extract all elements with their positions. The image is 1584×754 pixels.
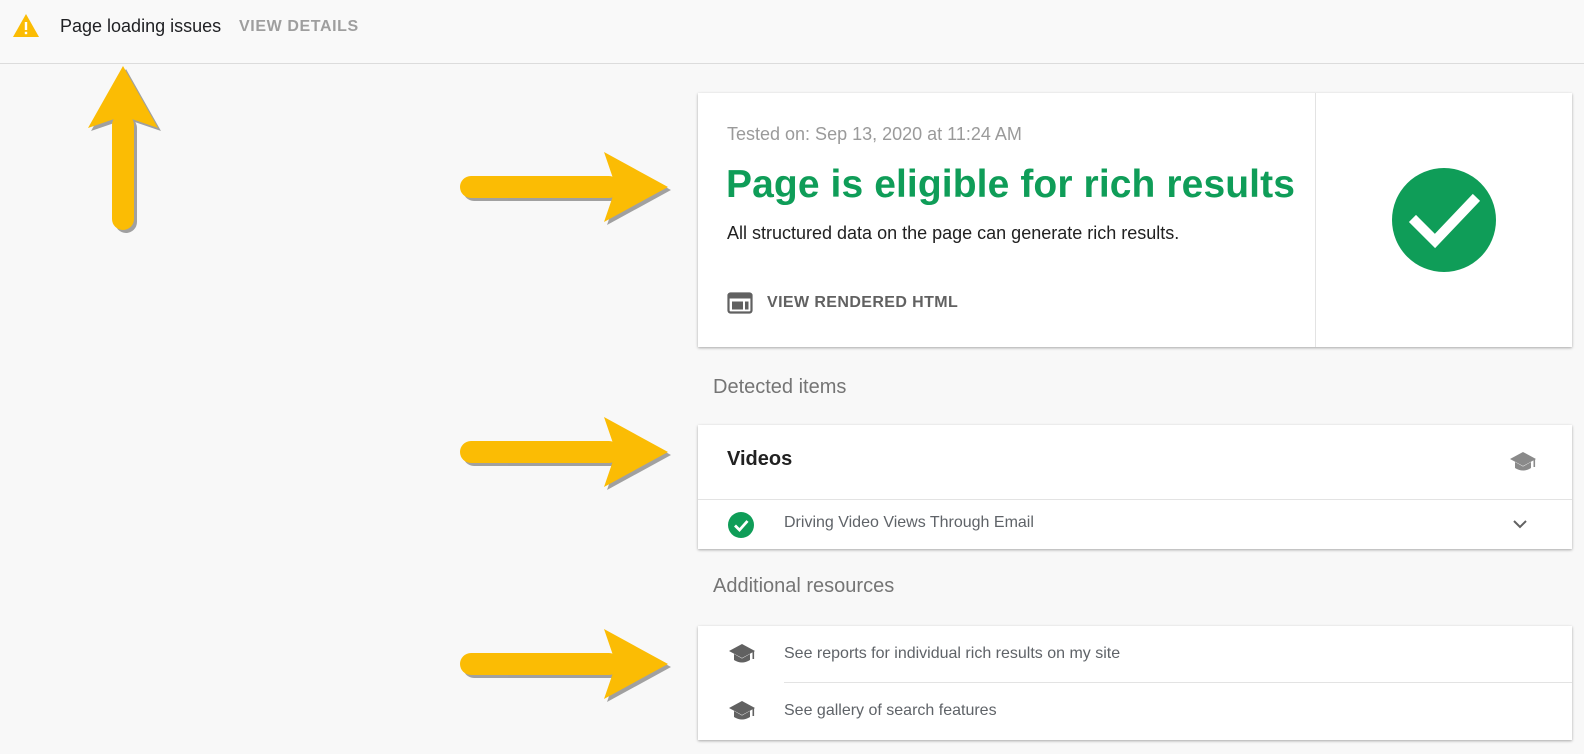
annotation-arrow-resources	[460, 629, 671, 702]
list-item[interactable]: Driving Video Views Through Email	[698, 500, 1572, 549]
detected-items-heading: Detected items	[713, 376, 847, 398]
check-circle-icon	[728, 512, 754, 538]
resource-link-label: See gallery of search features	[784, 702, 997, 719]
view-rendered-html-label: VIEW RENDERED HTML	[767, 294, 959, 311]
result-title: Page is eligible for rich results	[726, 163, 1295, 206]
warning-triangle-icon	[13, 14, 39, 37]
school-icon[interactable]	[1509, 450, 1537, 474]
result-description: All structured data on the page can gene…	[727, 223, 1180, 243]
web-page-icon	[727, 292, 753, 314]
school-icon	[729, 644, 755, 663]
tested-on-timestamp: Tested on: Sep 13, 2020 at 11:24 AM	[727, 124, 1022, 144]
items-card-header: Videos	[698, 425, 1572, 500]
detected-items-card: Videos Driving Video Views Through Email	[698, 425, 1572, 549]
school-icon	[729, 701, 755, 720]
resource-link-gallery[interactable]: See gallery of search features	[698, 683, 1572, 740]
chevron-down-icon[interactable]	[1512, 518, 1528, 530]
resource-link-label: See reports for individual rich results …	[784, 645, 1121, 662]
warning-text: Page loading issues	[60, 16, 222, 36]
list-item-label: Driving Video Views Through Email	[784, 514, 1034, 531]
result-summary: Tested on: Sep 13, 2020 at 11:24 AM Page…	[698, 93, 1316, 347]
view-details-button[interactable]: VIEW DETAILS	[239, 18, 359, 36]
test-result-card: Tested on: Sep 13, 2020 at 11:24 AM Page…	[698, 93, 1572, 347]
view-rendered-html-button[interactable]: VIEW RENDERED HTML	[727, 289, 958, 317]
resource-link-reports[interactable]: See reports for individual rich results …	[698, 626, 1572, 683]
items-card-title: Videos	[727, 448, 793, 470]
page-loading-banner: Page loading issues VIEW DETAILS	[0, 0, 1584, 64]
annotation-arrow-detected	[460, 417, 671, 490]
annotation-arrow-result	[460, 152, 671, 225]
annotation-arrow-up	[88, 66, 161, 233]
additional-resources-heading: Additional resources	[713, 575, 895, 597]
additional-resources-card: See reports for individual rich results …	[698, 626, 1572, 740]
check-circle-icon	[1392, 168, 1496, 272]
